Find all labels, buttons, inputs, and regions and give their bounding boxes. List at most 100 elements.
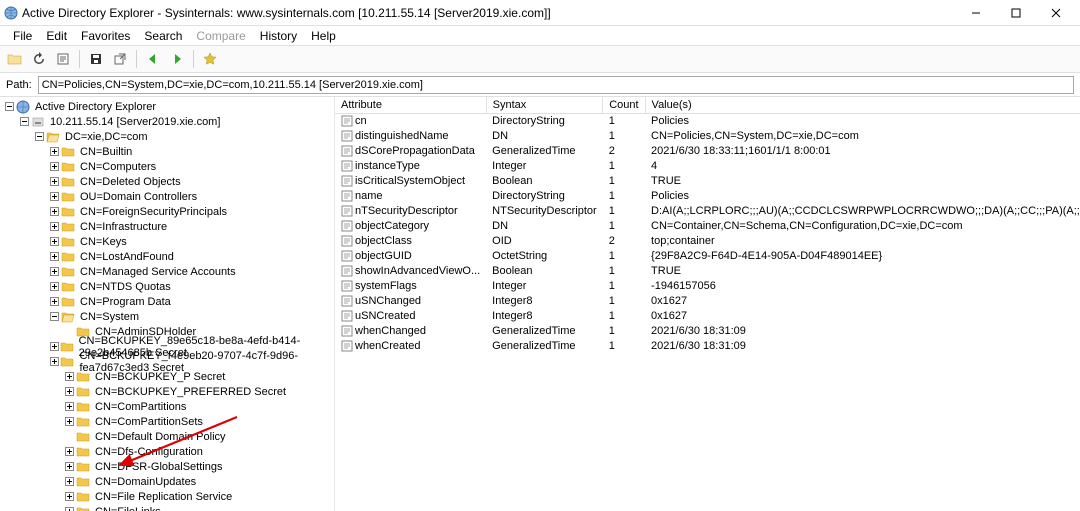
refresh-button[interactable]: [28, 48, 50, 70]
tree-node[interactable]: CN=LostAndFound: [2, 249, 334, 264]
expander-icon[interactable]: [49, 161, 60, 172]
attribute-row[interactable]: whenChangedGeneralizedTime12021/6/30 18:…: [335, 324, 1080, 339]
attribute-row[interactable]: objectGUIDOctetString1{29F8A2C9-F64D-4E1…: [335, 249, 1080, 264]
attribute-row[interactable]: distinguishedNameDN1CN=Policies,CN=Syste…: [335, 129, 1080, 144]
attribute-row[interactable]: isCriticalSystemObjectBoolean1TRUE: [335, 174, 1080, 189]
attribute-row[interactable]: uSNCreatedInteger810x1627: [335, 309, 1080, 324]
expander-icon[interactable]: [49, 311, 60, 322]
expander-icon[interactable]: [64, 401, 75, 412]
attribute-row[interactable]: objectClassOID2top;container: [335, 234, 1080, 249]
tree-label[interactable]: CN=DomainUpdates: [93, 476, 198, 488]
tree-node[interactable]: CN=DFSR-GlobalSettings: [2, 459, 334, 474]
tree-node[interactable]: CN=Default Domain Policy: [2, 429, 334, 444]
minimize-button[interactable]: [956, 1, 996, 25]
tree-node[interactable]: CN=Dfs-Configuration: [2, 444, 334, 459]
tree-node[interactable]: CN=BCKUPKEY_f4e9eb20-9707-4c7f-9d96-fea7…: [2, 354, 334, 369]
forward-button[interactable]: [166, 48, 188, 70]
close-button[interactable]: [1036, 1, 1076, 25]
tree-label[interactable]: CN=File Replication Service: [93, 491, 234, 503]
attribute-row[interactable]: nameDirectoryString1Policies: [335, 189, 1080, 204]
tree-node[interactable]: DC=xie,DC=com: [2, 129, 334, 144]
menu-edit[interactable]: Edit: [39, 29, 74, 43]
save-button[interactable]: [85, 48, 107, 70]
tree-label[interactable]: DC=xie,DC=com: [63, 131, 150, 143]
path-input[interactable]: [38, 76, 1074, 94]
menu-search[interactable]: Search: [137, 29, 189, 43]
expander-icon[interactable]: [50, 356, 59, 367]
tree-node[interactable]: CN=Managed Service Accounts: [2, 264, 334, 279]
tree-label[interactable]: OU=Domain Controllers: [78, 191, 199, 203]
tree-node[interactable]: CN=BCKUPKEY_PREFERRED Secret: [2, 384, 334, 399]
attribute-row[interactable]: objectCategoryDN1CN=Container,CN=Schema,…: [335, 219, 1080, 234]
expander-icon[interactable]: [49, 146, 60, 157]
tree-panel[interactable]: Active Directory Explorer 10.211.55.14 [S…: [0, 97, 335, 511]
expander-icon[interactable]: [64, 386, 75, 397]
tree-label[interactable]: CN=Deleted Objects: [78, 176, 183, 188]
expander-icon[interactable]: [49, 176, 60, 187]
expander-icon[interactable]: [64, 446, 75, 457]
column-header[interactable]: Attribute: [335, 97, 486, 114]
tree-label[interactable]: CN=Infrastructure: [78, 221, 169, 233]
expander-icon[interactable]: [49, 206, 60, 217]
tree-label[interactable]: CN=Default Domain Policy: [93, 431, 228, 443]
tree-label[interactable]: CN=ForeignSecurityPrincipals: [78, 206, 229, 218]
tree-node[interactable]: CN=NTDS Quotas: [2, 279, 334, 294]
attribute-panel[interactable]: AttributeSyntaxCountValue(s) cnDirectory…: [335, 97, 1080, 511]
tree-label[interactable]: CN=Dfs-Configuration: [93, 446, 205, 458]
tree-label[interactable]: CN=ComPartitionSets: [93, 416, 205, 428]
attribute-row[interactable]: showInAdvancedViewO...Boolean1TRUE: [335, 264, 1080, 279]
attribute-row[interactable]: uSNChangedInteger810x1627: [335, 294, 1080, 309]
column-header[interactable]: Value(s): [645, 97, 1080, 114]
tree-label[interactable]: CN=Managed Service Accounts: [78, 266, 238, 278]
tree-node[interactable]: CN=DomainUpdates: [2, 474, 334, 489]
tree-label[interactable]: Active Directory Explorer: [33, 101, 158, 113]
column-header[interactable]: Syntax: [486, 97, 603, 114]
back-button[interactable]: [142, 48, 164, 70]
tree-label[interactable]: CN=BCKUPKEY_PREFERRED Secret: [93, 386, 288, 398]
favorite-button[interactable]: [199, 48, 221, 70]
tree-node[interactable]: CN=Infrastructure: [2, 219, 334, 234]
tree-label[interactable]: CN=BCKUPKEY_P Secret: [93, 371, 227, 383]
expander-icon[interactable]: [19, 116, 30, 127]
tree-label[interactable]: CN=System: [78, 311, 141, 323]
tree-label[interactable]: CN=DFSR-GlobalSettings: [93, 461, 224, 473]
tree-node[interactable]: CN=Builtin: [2, 144, 334, 159]
expander-icon[interactable]: [64, 491, 75, 502]
tree-label[interactable]: CN=FileLinks: [93, 506, 163, 511]
attribute-row[interactable]: whenCreatedGeneralizedTime12021/6/30 18:…: [335, 339, 1080, 354]
expander-icon[interactable]: [49, 236, 60, 247]
attribute-row[interactable]: dSCorePropagationDataGeneralizedTime2202…: [335, 144, 1080, 159]
expander-icon[interactable]: [49, 281, 60, 292]
expander-icon[interactable]: [64, 476, 75, 487]
expander-icon[interactable]: [49, 266, 60, 277]
launch-button[interactable]: [109, 48, 131, 70]
tree-node[interactable]: CN=Keys: [2, 234, 334, 249]
tree-node[interactable]: CN=ComPartitions: [2, 399, 334, 414]
tree-node[interactable]: CN=Program Data: [2, 294, 334, 309]
tree-node[interactable]: CN=System: [2, 309, 334, 324]
menu-favorites[interactable]: Favorites: [74, 29, 137, 43]
tree-label[interactable]: 10.211.55.14 [Server2019.xie.com]: [48, 116, 222, 128]
expander-icon[interactable]: [34, 131, 45, 142]
expander-icon[interactable]: [49, 296, 60, 307]
attribute-row[interactable]: nTSecurityDescriptorNTSecurityDescriptor…: [335, 204, 1080, 219]
tree-label[interactable]: CN=NTDS Quotas: [78, 281, 173, 293]
tree-node[interactable]: CN=Computers: [2, 159, 334, 174]
expander-icon[interactable]: [50, 341, 59, 352]
expander-icon[interactable]: [64, 371, 75, 382]
tree-label[interactable]: CN=Computers: [78, 161, 158, 173]
tree-node[interactable]: OU=Domain Controllers: [2, 189, 334, 204]
tree-label[interactable]: CN=ComPartitions: [93, 401, 188, 413]
attribute-row[interactable]: systemFlagsInteger1-1946157056: [335, 279, 1080, 294]
expander-icon[interactable]: [49, 221, 60, 232]
maximize-button[interactable]: [996, 1, 1036, 25]
expander-icon[interactable]: [64, 506, 75, 511]
tree-node[interactable]: CN=Deleted Objects: [2, 174, 334, 189]
tree-label[interactable]: CN=Program Data: [78, 296, 173, 308]
menu-history[interactable]: History: [253, 29, 304, 43]
expander-icon[interactable]: [4, 101, 15, 112]
tree-label[interactable]: CN=Builtin: [78, 146, 134, 158]
attribute-row[interactable]: instanceTypeInteger14: [335, 159, 1080, 174]
tree-label[interactable]: CN=LostAndFound: [78, 251, 176, 263]
tree-node[interactable]: CN=FileLinks: [2, 504, 334, 511]
